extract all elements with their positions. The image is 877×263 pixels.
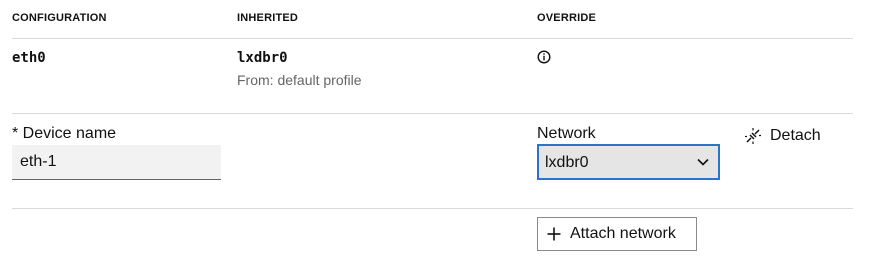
column-header-override: OVERRIDE <box>537 12 597 24</box>
inherited-source: From: default profile <box>237 72 362 88</box>
device-config-name: eth0 <box>12 50 46 66</box>
attach-network-label: Attach network <box>570 225 676 242</box>
attach-network-button[interactable]: Attach network <box>537 217 697 251</box>
device-name-label: * Device name <box>12 125 117 142</box>
row-divider <box>12 113 853 114</box>
detach-button[interactable]: Detach <box>744 126 821 146</box>
network-label: Network <box>537 125 596 142</box>
info-icon[interactable] <box>537 50 551 64</box>
plus-icon <box>547 227 561 241</box>
column-header-inherited: INHERITED <box>237 12 299 24</box>
network-select-value: lxdbr0 <box>545 154 589 171</box>
detach-label: Detach <box>770 127 821 144</box>
column-header-configuration: CONFIGURATION <box>12 12 107 24</box>
header-divider <box>12 38 853 39</box>
disconnect-icon <box>745 128 761 144</box>
device-name-input[interactable] <box>12 145 221 180</box>
network-select[interactable]: lxdbr0 <box>537 144 720 180</box>
chevron-down-icon <box>697 158 709 166</box>
inherited-network-value: lxdbr0 <box>237 50 288 66</box>
actions-divider <box>12 208 853 209</box>
